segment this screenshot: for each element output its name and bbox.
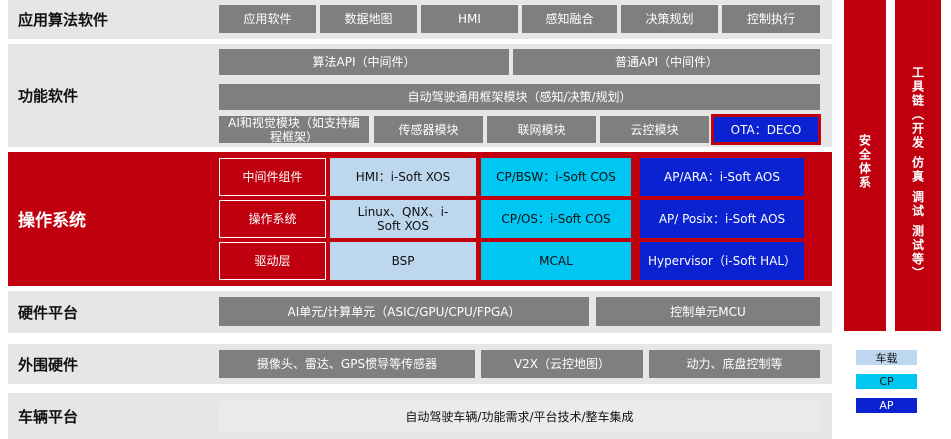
os-ap-os: AP/ Posix：i-Soft AOS bbox=[640, 200, 804, 238]
legend-ap: AP bbox=[856, 398, 917, 413]
hardware-label: 硬件平台 bbox=[18, 303, 79, 322]
os-layer-middleware: 中间件组件 bbox=[219, 158, 326, 196]
app-software-label: 应用算法软件 bbox=[18, 10, 109, 29]
ota-deco: OTA：DECO bbox=[711, 114, 821, 145]
app-item: 应用软件 bbox=[219, 5, 316, 33]
app-item: 数据地图 bbox=[320, 5, 417, 33]
os-vehicle-middleware: HMI：i-Soft XOS bbox=[330, 158, 476, 196]
framework-module: 自动驾驶通用框架模块（感知/决策/规划） bbox=[219, 84, 820, 110]
app-item: 控制执行 bbox=[722, 5, 820, 33]
legend-vehicle: 车载 bbox=[856, 350, 917, 365]
algo-api: 算法API（中间件） bbox=[219, 49, 509, 75]
os-label: 操作系统 bbox=[18, 210, 86, 231]
sensor-module: 传感器模块 bbox=[374, 116, 483, 143]
os-ap-middleware: AP/ARA：i-Soft AOS bbox=[640, 158, 804, 196]
normal-api: 普通API（中间件） bbox=[513, 49, 820, 75]
os-layer-driver: 驱动层 bbox=[219, 242, 326, 280]
app-item: 决策规划 bbox=[621, 5, 718, 33]
os-cp-middleware: CP/BSW：i-Soft COS bbox=[481, 158, 631, 196]
os-cp-os: CP/OS：i-Soft COS bbox=[481, 200, 631, 238]
os-vehicle-driver: BSP bbox=[330, 242, 476, 280]
vehicle-integration: 自动驾驶车辆/功能需求/平台技术/整车集成 bbox=[219, 401, 820, 432]
sensors-item: 摄像头、雷达、GPS惯导等传感器 bbox=[219, 350, 475, 378]
os-layer-os: 操作系统 bbox=[219, 200, 326, 238]
toolchain-bar: 工具链（开发 仿真 调试 测试等） bbox=[895, 0, 941, 331]
os-ap-driver: Hypervisor（i-Soft HAL） bbox=[640, 242, 804, 280]
vehicle-label: 车辆平台 bbox=[18, 407, 79, 426]
function-software-label: 功能软件 bbox=[18, 86, 79, 105]
os-vehicle-os: Linux、QNX、i-Soft XOS bbox=[330, 200, 476, 238]
toolchain-label: 工具链（开发 仿真 调试 测试等） bbox=[910, 66, 925, 281]
peripheral-label: 外围硬件 bbox=[18, 355, 79, 374]
mcu-unit: 控制单元MCU bbox=[596, 297, 820, 326]
ai-compute-unit: AI单元/计算单元（ASIC/GPU/CPU/FPGA） bbox=[219, 297, 589, 326]
safety-system-label: 安全体系 bbox=[857, 134, 872, 190]
app-item: HMI bbox=[421, 5, 518, 33]
v2x-item: V2X（云控地图） bbox=[481, 350, 643, 378]
ai-vision-module: AI和视觉模块（如支持编程框架） bbox=[219, 116, 369, 144]
network-module: 联网模块 bbox=[487, 116, 596, 143]
safety-system-bar: 安全体系 bbox=[844, 0, 886, 331]
cloud-control-module: 云控模块 bbox=[600, 116, 709, 143]
powertrain-item: 动力、底盘控制等 bbox=[649, 350, 820, 378]
legend-cp: CP bbox=[856, 374, 917, 389]
app-item: 感知融合 bbox=[522, 5, 617, 33]
os-cp-driver: MCAL bbox=[481, 242, 631, 280]
